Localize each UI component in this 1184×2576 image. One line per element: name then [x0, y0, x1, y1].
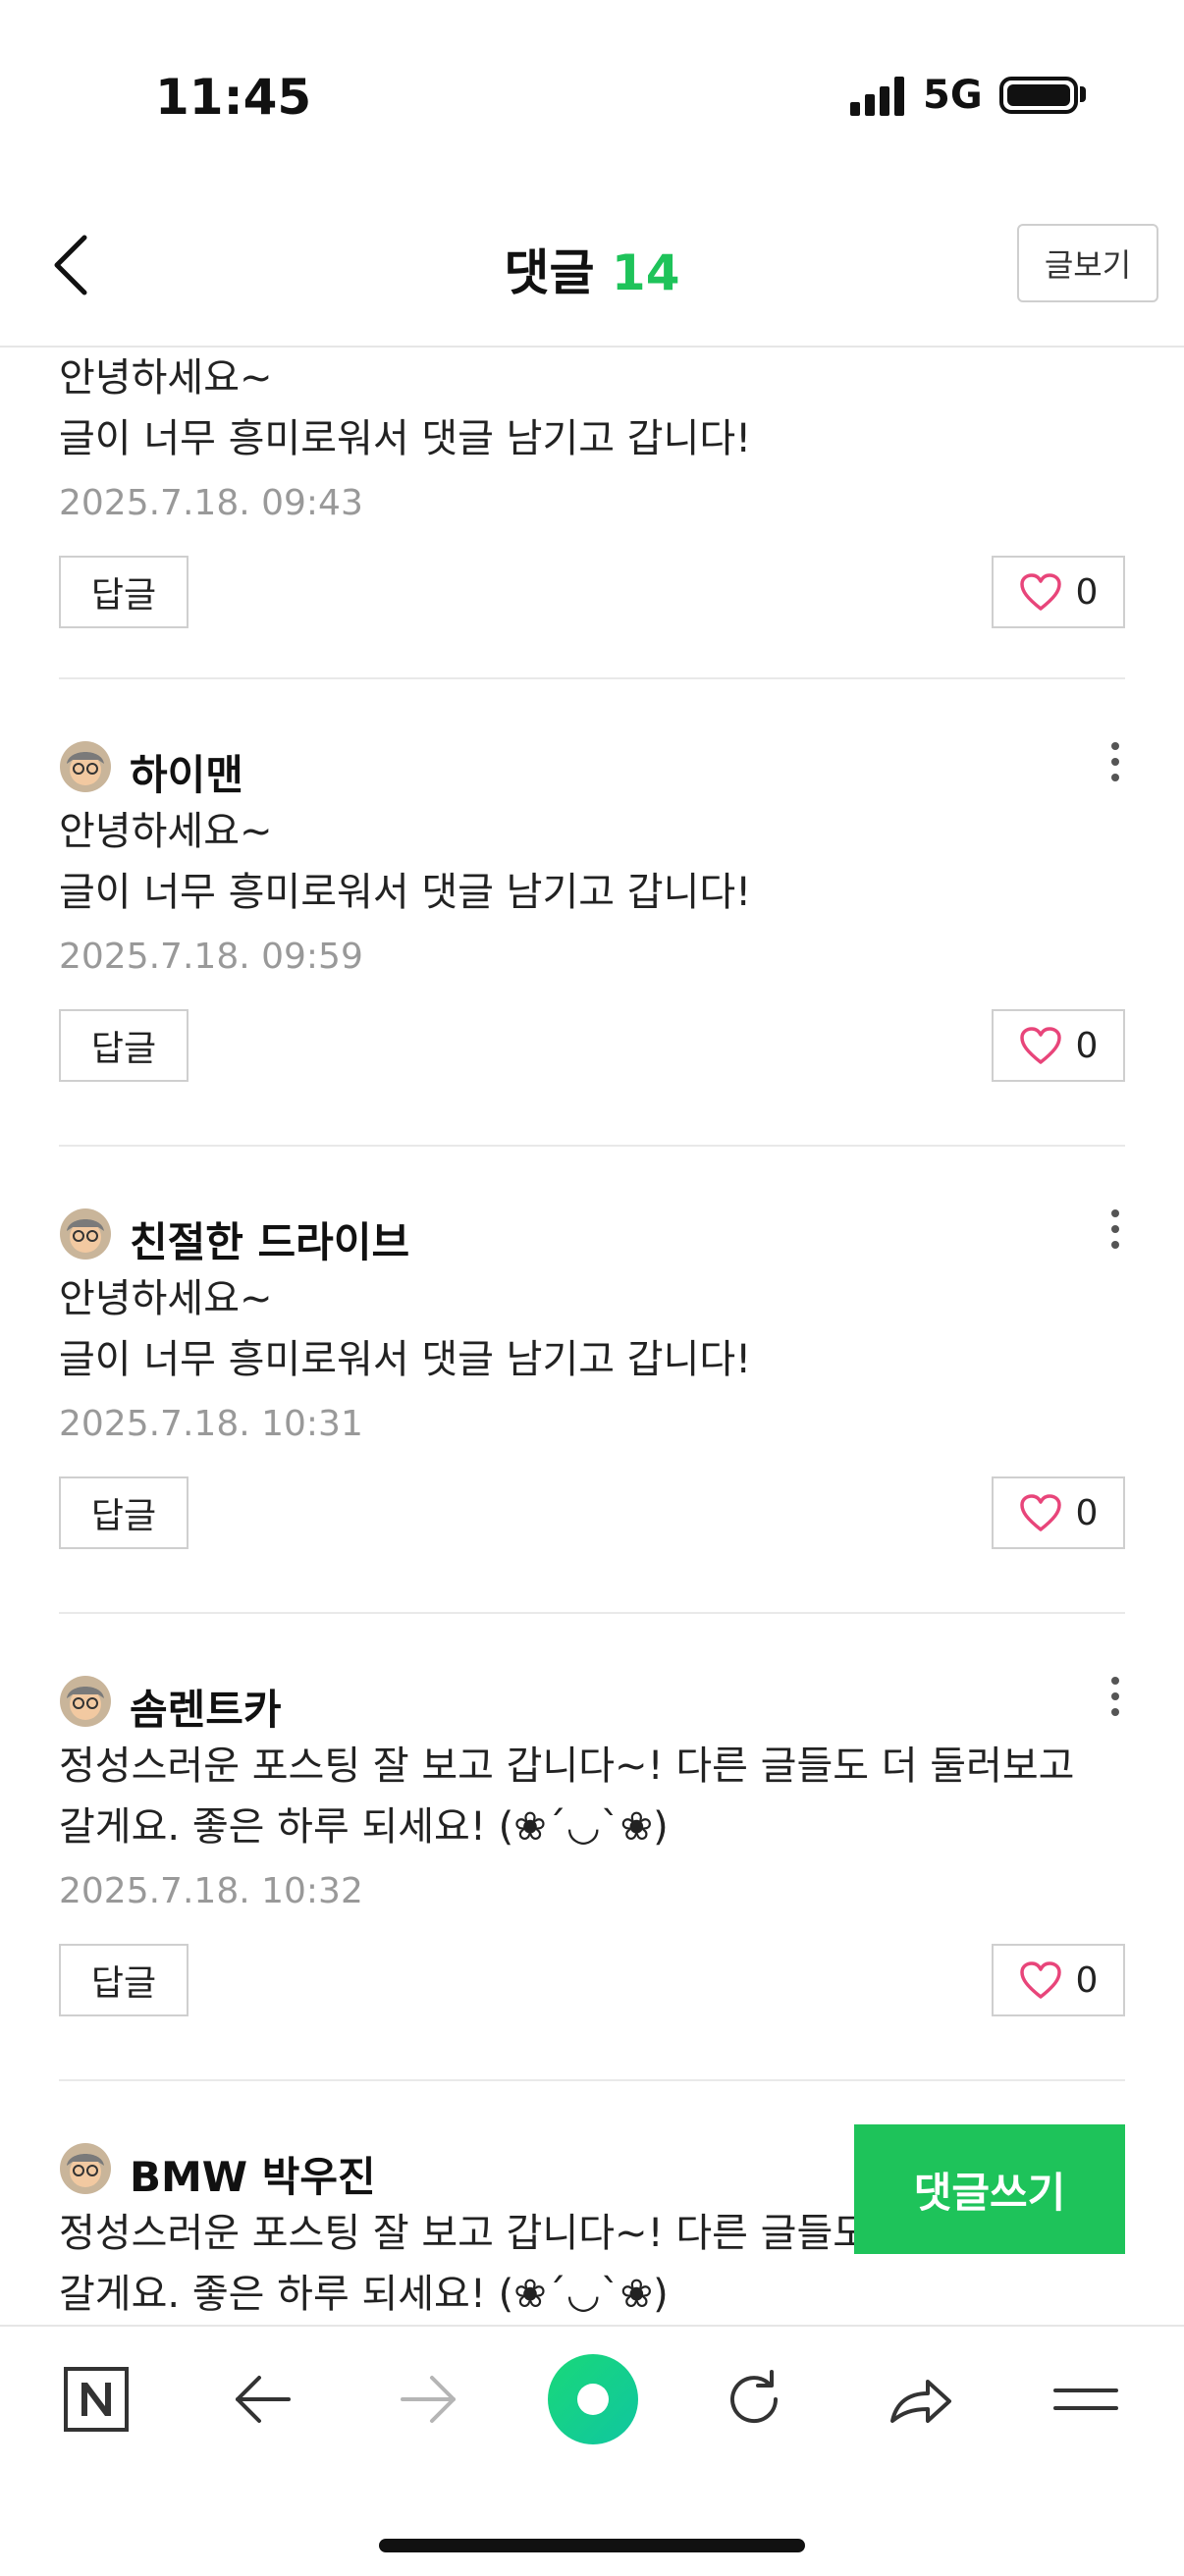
like-count: 0 [1075, 571, 1099, 613]
more-vertical-icon[interactable] [1105, 1209, 1125, 1255]
back-arrow-icon [236, 2376, 291, 2423]
comment-text: 안녕하세요~ 글이 너무 흥미로워서 댓글 남기고 갑니다! [59, 809, 752, 915]
more-vertical-icon[interactable] [1105, 742, 1125, 787]
naver-home-button[interactable] [57, 2360, 135, 2439]
header: 댓글 14 글보기 [0, 187, 1184, 348]
network-type: 5G [923, 73, 983, 118]
status-time: 11:45 [155, 69, 312, 126]
forward-arrow-icon [401, 2376, 456, 2423]
menu-icon [1053, 2388, 1118, 2410]
green-dot-icon [548, 2354, 638, 2444]
like-button[interactable]: 0 [992, 1944, 1125, 2016]
reply-button[interactable]: 답글 [59, 556, 188, 628]
author-name[interactable]: BMW 박우진 [130, 2144, 376, 2204]
forward-nav-button[interactable] [389, 2360, 467, 2439]
divider [59, 1612, 1125, 1614]
comment-date: 2025.7.18. 09:59 [59, 937, 363, 977]
share-icon [890, 2380, 951, 2423]
like-button[interactable]: 0 [992, 556, 1125, 628]
like-count: 0 [1075, 1492, 1099, 1533]
comment-date: 2025.7.18. 09:43 [59, 483, 363, 523]
heart-icon [1019, 1027, 1061, 1064]
author-row: 친절한 드라이브 [59, 1204, 1125, 1266]
heart-icon [1019, 1494, 1061, 1531]
comment-list: 안녕하세요~ 글이 너무 흥미로워서 댓글 남기고 갑니다! 2025.7.18… [0, 348, 1184, 2325]
signal-icon [850, 77, 905, 116]
like-count: 0 [1075, 1025, 1099, 1066]
comment-text: 정성스러운 포스팅 잘 보고 갑니다~! 다른 글들도 더 둘러보고 갈게요. … [59, 1744, 1075, 1850]
avatar-icon[interactable] [59, 1675, 112, 1728]
avatar-icon[interactable] [59, 2142, 112, 2195]
avatar-icon[interactable] [59, 740, 112, 793]
green-dot-button[interactable] [546, 2352, 640, 2446]
back-nav-button[interactable] [224, 2360, 302, 2439]
like-count: 0 [1075, 1959, 1099, 2001]
view-post-button[interactable]: 글보기 [1017, 224, 1158, 302]
home-indicator[interactable] [379, 2539, 805, 2552]
page-title: 댓글 14 [0, 234, 1184, 304]
heart-icon [1019, 573, 1061, 611]
author-row: 하이맨 [59, 736, 1125, 799]
page-title-label: 댓글 [504, 244, 595, 301]
reply-button[interactable]: 답글 [59, 1009, 188, 1082]
battery-icon [999, 77, 1078, 114]
comment-text: 안녕하세요~ 글이 너무 흥미로워서 댓글 남기고 갑니다! [59, 1276, 752, 1382]
comment-date: 2025.7.18. 10:32 [59, 1871, 363, 1911]
share-button[interactable] [882, 2360, 960, 2439]
divider [59, 1145, 1125, 1147]
status-bar: 11:45 5G [0, 0, 1184, 187]
reply-button[interactable]: 답글 [59, 1476, 188, 1549]
avatar-icon[interactable] [59, 1208, 112, 1261]
menu-button[interactable] [1047, 2360, 1125, 2439]
like-button[interactable]: 0 [992, 1009, 1125, 1082]
reply-button[interactable]: 답글 [59, 1944, 188, 2016]
heart-icon [1019, 1961, 1061, 1999]
battery-tip [1080, 86, 1086, 102]
author-name[interactable]: 친절한 드라이브 [130, 1209, 409, 1269]
author-row: 솜렌트카 [59, 1671, 1125, 1734]
divider [59, 2079, 1125, 2081]
author-name[interactable]: 하이맨 [130, 742, 243, 802]
comment-date: 2025.7.18. 10:31 [59, 1404, 363, 1444]
more-vertical-icon[interactable] [1105, 1677, 1125, 1722]
naver-n-icon [64, 2367, 129, 2432]
author-name[interactable]: 솜렌트카 [130, 1677, 282, 1737]
like-button[interactable]: 0 [992, 1476, 1125, 1549]
write-comment-button[interactable]: 댓글쓰기 [854, 2124, 1125, 2254]
comment-text: 안녕하세요~ 글이 너무 흥미로워서 댓글 남기고 갑니다! [59, 355, 752, 461]
refresh-button[interactable] [715, 2360, 793, 2439]
divider [59, 677, 1125, 679]
comment-count: 14 [611, 244, 680, 301]
refresh-icon [730, 2370, 779, 2424]
